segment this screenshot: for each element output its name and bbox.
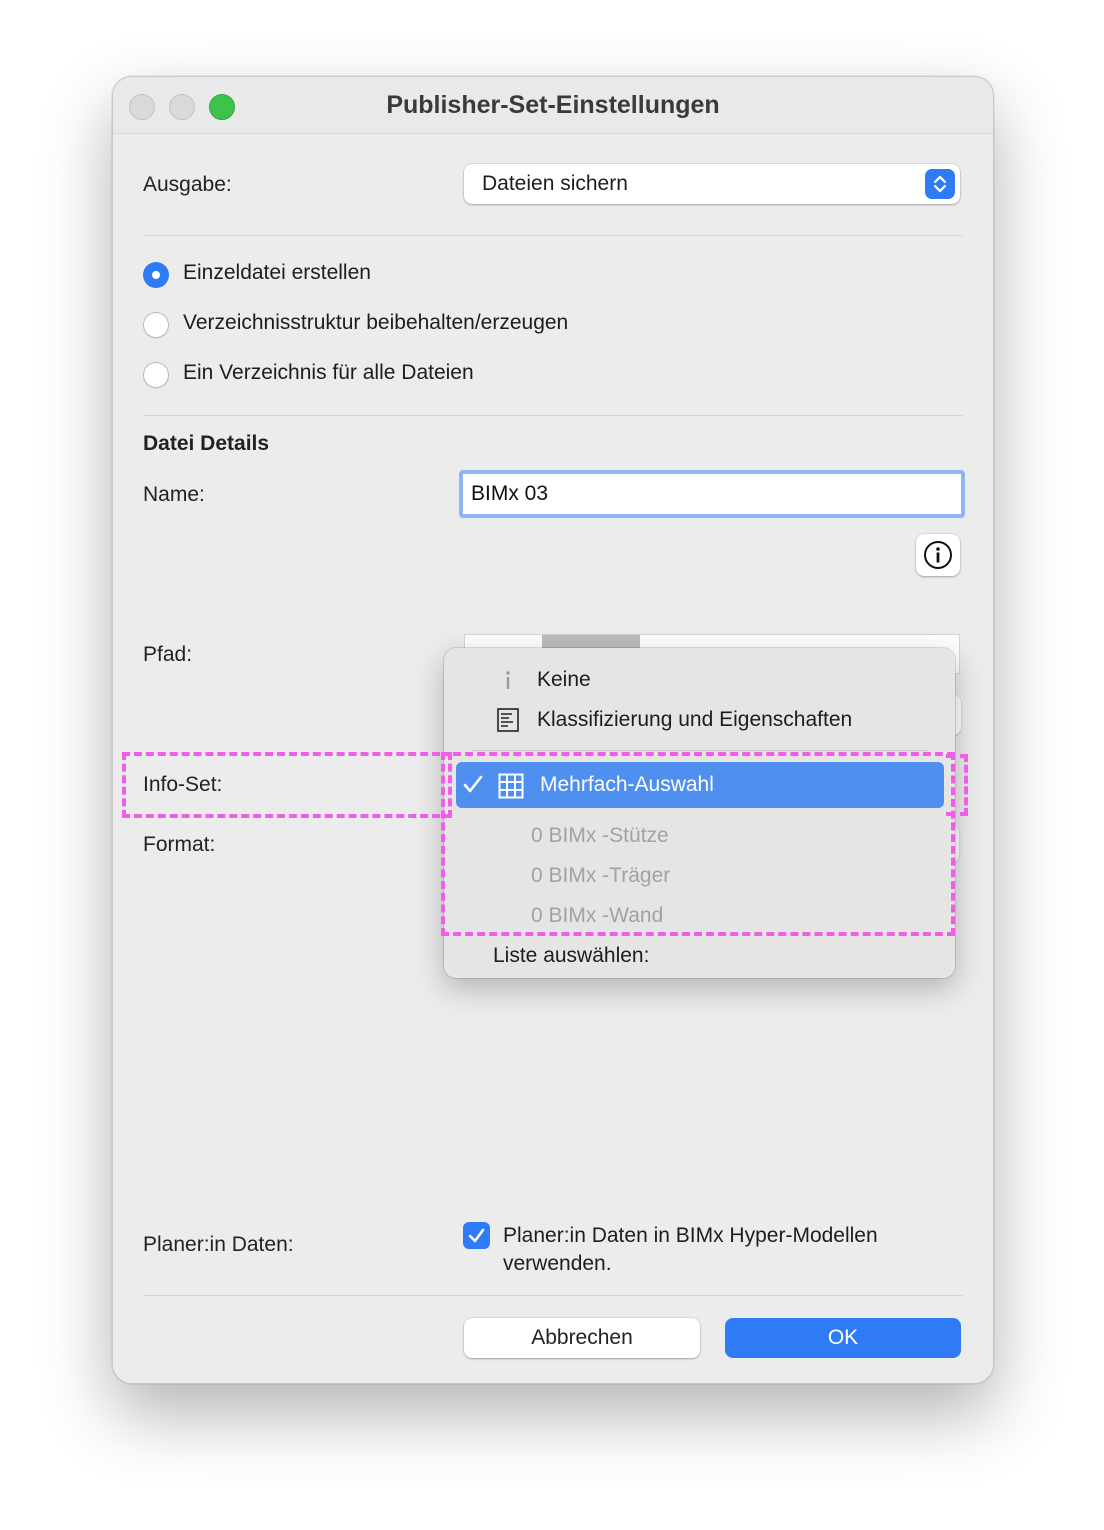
infoset-label: Info-Set: — [143, 773, 223, 796]
menu-item-disabled: 0 BIMx -Stütze — [444, 816, 955, 856]
radio-button[interactable] — [143, 312, 169, 338]
radio-label: Verzeichnisstruktur beibehalten/erzeugen — [183, 311, 569, 334]
menu-separator — [472, 750, 928, 751]
info-icon — [924, 541, 952, 569]
menu-item-liste-auswaehlen[interactable]: Liste auswählen: — [444, 936, 955, 976]
menu-item-label: Keine — [537, 668, 591, 691]
output-popup[interactable]: Dateien sichern — [464, 164, 960, 204]
info-button[interactable] — [916, 534, 960, 576]
output-value: Dateien sichern — [482, 172, 628, 195]
menu-item-label: 0 BIMx -Stütze — [531, 824, 669, 847]
format-label: Format: — [143, 833, 216, 856]
menu-item-label: Klassifizierung und Eigenschaften — [537, 708, 853, 731]
path-label: Pfad: — [143, 643, 193, 666]
menu-item-label: Liste auswählen: — [493, 944, 650, 967]
menu-item-label: 0 BIMx -Träger — [531, 864, 671, 887]
radio-button-selected[interactable] — [143, 262, 169, 288]
menu-item-disabled: 0 BIMx -Träger — [444, 856, 955, 896]
section-heading-file-details: Datei Details — [143, 432, 270, 455]
name-field[interactable] — [459, 470, 965, 518]
name-label: Name: — [143, 483, 205, 506]
grid-table-icon — [498, 773, 524, 799]
planer-checkbox[interactable] — [463, 1222, 490, 1249]
menu-item-label: 0 BIMx -Wand — [531, 904, 664, 927]
menu-item-label: Mehrfach-Auswahl — [540, 773, 714, 796]
menu-item-keine[interactable]: Keine — [444, 660, 955, 700]
radio-label: Ein Verzeichnis für alle Dateien — [183, 361, 474, 384]
ok-button[interactable]: OK — [725, 1318, 961, 1358]
infoset-dropdown-menu: Keine Klassifizierung und Eigenschaften … — [444, 648, 955, 978]
popup-stepper-icon — [925, 169, 955, 199]
document-lines-icon — [496, 708, 520, 732]
info-glyph-icon — [496, 668, 520, 692]
checkmark-icon — [468, 1228, 485, 1243]
radio-label: Einzeldatei erstellen — [183, 261, 371, 284]
menu-item-mehrfach-auswahl[interactable]: Mehrfach-Auswahl — [456, 762, 944, 808]
separator — [143, 1295, 963, 1296]
separator — [143, 235, 963, 236]
menu-item-disabled: 0 BIMx -Wand — [444, 896, 955, 936]
separator — [143, 415, 963, 416]
path-redacted-segment — [542, 635, 640, 649]
title-bar: Publisher-Set-Einstellungen — [113, 77, 993, 134]
radio-button[interactable] — [143, 362, 169, 388]
planer-checkbox-label: Planer:in Daten in BIMx Hyper-Modellen v… — [503, 1224, 878, 1275]
checkmark-icon — [462, 773, 484, 801]
window-title: Publisher-Set-Einstellungen — [386, 91, 720, 119]
menu-item-klassifizierung[interactable]: Klassifizierung und Eigenschaften — [444, 700, 955, 740]
planer-label: Planer:in Daten: — [143, 1233, 294, 1256]
name-input[interactable] — [471, 479, 941, 509]
cancel-button[interactable]: Abbrechen — [464, 1318, 700, 1358]
output-label: Ausgabe: — [143, 173, 232, 196]
